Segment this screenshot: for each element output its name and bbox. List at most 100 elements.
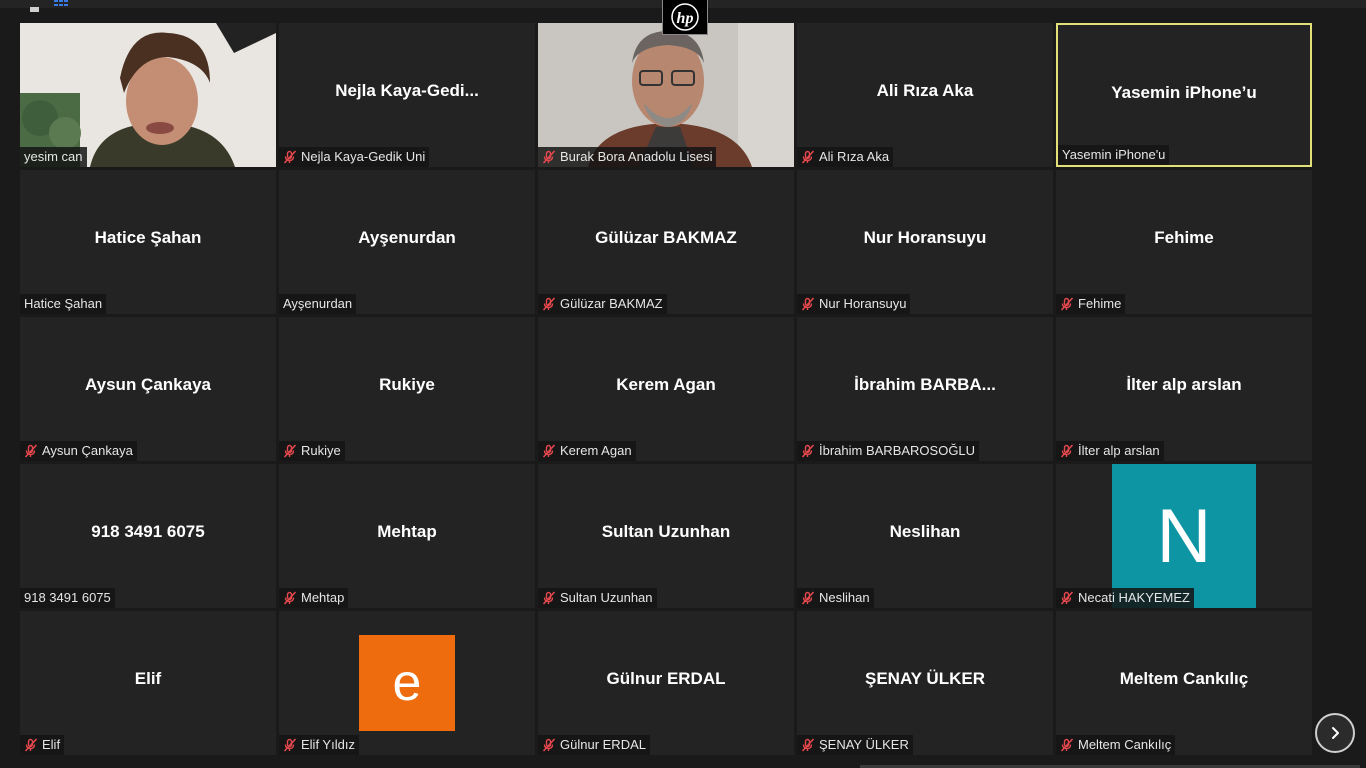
participant-tile[interactable]: Nejla Kaya-Gedi... Nejla Kaya-Gedik Uni — [279, 23, 535, 167]
participant-name-label: Kerem Agan — [538, 441, 636, 461]
muted-mic-icon — [1060, 444, 1074, 458]
participant-name-label: İbrahim BARBAROSOĞLU — [797, 441, 980, 461]
participant-tile[interactable]: Neslihan Neslihan — [797, 464, 1053, 608]
participant-tile[interactable]: Burak Bora Anadolu Lisesi — [538, 23, 794, 167]
participant-tile[interactable]: Elif Elif — [20, 611, 276, 755]
participant-display-name: İlter alp arslan — [1126, 375, 1242, 394]
participant-display-name: Kerem Agan — [616, 375, 716, 394]
muted-mic-icon — [801, 297, 815, 311]
participant-label-text: Meltem Cankılıç — [1078, 737, 1172, 752]
participant-name-label: Gülnur ERDAL — [538, 735, 650, 755]
participant-name-label: Elif — [20, 735, 65, 755]
participant-tile[interactable]: Hatice Şahan Hatice Şahan — [20, 170, 276, 314]
participant-display-name: Nejla Kaya-Gedi... — [335, 81, 479, 100]
participant-label-text: ŞENAY ÜLKER — [819, 737, 909, 752]
participant-tile[interactable]: Ali Rıza Aka Ali Rıza Aka — [797, 23, 1053, 167]
muted-mic-icon — [1060, 591, 1074, 605]
participant-name-label: Mehtap — [279, 588, 349, 608]
participant-label-text: Elif — [42, 737, 61, 752]
participant-tile[interactable]: Mehtap Mehtap — [279, 464, 535, 608]
participant-tile[interactable]: İlter alp arslan İlter alp arslan — [1056, 317, 1312, 461]
participant-name-label: Elif Yıldız — [279, 735, 359, 755]
participant-name-label: Neslihan — [797, 588, 874, 608]
participant-name-label: İlter alp arslan — [1056, 441, 1164, 461]
participant-display-name: Hatice Şahan — [94, 228, 202, 247]
participant-label-text: Sultan Uzunhan — [560, 590, 653, 605]
participant-display-name: İbrahim BARBA... — [854, 375, 996, 394]
participant-label-text: Mehtap — [301, 590, 345, 605]
participant-display-name: Gülüzar BAKMAZ — [595, 228, 737, 247]
participant-display-name: Elif — [134, 669, 162, 688]
participant-name-label: Nur Horansuyu — [797, 294, 911, 314]
participant-tile[interactable]: Aysun Çankaya Aysun Çankaya — [20, 317, 276, 461]
muted-mic-icon — [801, 591, 815, 605]
participant-display-name: Ayşenurdan — [358, 228, 456, 247]
gallery-view-icon[interactable] — [54, 0, 70, 6]
participant-display-name: Sultan Uzunhan — [601, 522, 731, 541]
participant-label-text: Neslihan — [819, 590, 870, 605]
participant-tile[interactable]: Yasemin iPhone’u Yasemin iPhone'u — [1056, 23, 1312, 167]
participant-label-text: Fehime — [1078, 296, 1122, 311]
participant-name-label: Hatice Şahan — [20, 294, 107, 314]
participant-label-text: İlter alp arslan — [1078, 443, 1160, 458]
muted-mic-icon — [542, 297, 556, 311]
participant-name-label: Yasemin iPhone'u — [1058, 145, 1170, 165]
participant-label-text: Necati HAKYEMEZ — [1078, 590, 1190, 605]
participant-name-label: Rukiye — [279, 441, 345, 461]
participant-name-label: Necati HAKYEMEZ — [1056, 588, 1194, 608]
participant-tile[interactable]: Gülnur ERDAL Gülnur ERDAL — [538, 611, 794, 755]
participant-label-text: Hatice Şahan — [24, 296, 103, 311]
participant-label-text: Nejla Kaya-Gedik Uni — [301, 149, 426, 164]
participant-tile[interactable]: Meltem Cankılıç Meltem Cankılıç — [1056, 611, 1312, 755]
participant-display-name: Ali Rıza Aka — [876, 81, 974, 100]
participant-video — [20, 23, 276, 167]
muted-mic-icon — [24, 444, 38, 458]
participant-label-text: Nur Horansuyu — [819, 296, 907, 311]
participant-name-label: Ayşenurdan — [279, 294, 357, 314]
participant-tile[interactable]: Ayşenurdan Ayşenurdan — [279, 170, 535, 314]
muted-mic-icon — [542, 150, 556, 164]
participant-label-text: Gülüzar BAKMAZ — [560, 296, 663, 311]
participant-label-text: İbrahim BARBAROSOĞLU — [819, 443, 976, 458]
participant-display-name: Fehime — [1154, 228, 1214, 247]
participant-tile[interactable]: N Necati HAKYEMEZ — [1056, 464, 1312, 608]
participant-label-text: 918 3491 6075 — [24, 590, 111, 605]
hp-logo-text: hp — [677, 10, 694, 27]
participant-display-name: 918 3491 6075 — [91, 522, 205, 541]
participant-name-label: Nejla Kaya-Gedik Uni — [279, 147, 430, 167]
muted-mic-icon — [542, 738, 556, 752]
participant-label-text: yesim can — [24, 149, 83, 164]
muted-mic-icon — [1060, 738, 1074, 752]
participant-tile[interactable]: ŞENAY ÜLKER ŞENAY ÜLKER — [797, 611, 1053, 755]
muted-mic-icon — [542, 444, 556, 458]
participant-name-label: Burak Bora Anadolu Lisesi — [538, 147, 717, 167]
participant-display-name: Meltem Cankılıç — [1119, 669, 1249, 688]
participant-video — [538, 23, 794, 167]
participant-display-name: Yasemin iPhone’u — [1111, 83, 1257, 102]
participant-label-text: Kerem Agan — [560, 443, 632, 458]
participant-tile[interactable]: İbrahim BARBA... İbrahim BARBAROSOĞLU — [797, 317, 1053, 461]
participant-tile[interactable]: Kerem Agan Kerem Agan — [538, 317, 794, 461]
muted-mic-icon — [283, 591, 297, 605]
participant-tile[interactable]: e Elif Yıldız — [279, 611, 535, 755]
participant-tile[interactable]: Gülüzar BAKMAZ Gülüzar BAKMAZ — [538, 170, 794, 314]
participant-label-text: Rukiye — [301, 443, 341, 458]
participant-display-name: Nur Horansuyu — [863, 228, 987, 247]
participant-tile[interactable]: 918 3491 6075 918 3491 6075 — [20, 464, 276, 608]
participant-avatar: e — [359, 635, 455, 731]
toolbar-icon[interactable] — [30, 0, 39, 12]
participant-name-label: yesim can — [20, 147, 87, 167]
participant-name-label: Aysun Çankaya — [20, 441, 137, 461]
participant-tile[interactable]: Sultan Uzunhan Sultan Uzunhan — [538, 464, 794, 608]
participant-name-label: ŞENAY ÜLKER — [797, 735, 913, 755]
participant-tile[interactable]: Nur Horansuyu Nur Horansuyu — [797, 170, 1053, 314]
participant-tile[interactable]: yesim can — [20, 23, 276, 167]
muted-mic-icon — [283, 444, 297, 458]
muted-mic-icon — [801, 444, 815, 458]
participant-display-name: Neslihan — [889, 522, 961, 541]
participant-tile[interactable]: Rukiye Rukiye — [279, 317, 535, 461]
participant-tile[interactable]: Fehime Fehime — [1056, 170, 1312, 314]
participant-display-name: Gülnur ERDAL — [606, 669, 726, 688]
muted-mic-icon — [24, 738, 38, 752]
next-page-button[interactable] — [1315, 713, 1355, 753]
